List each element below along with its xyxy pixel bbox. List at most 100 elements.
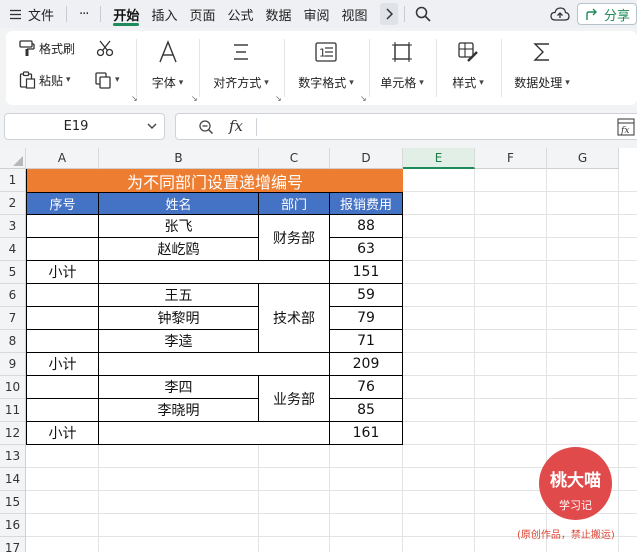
dialog-launcher-icon[interactable]: ↘: [191, 94, 198, 103]
paste-button[interactable]: 粘贴 ▾: [18, 71, 71, 89]
subtotal-label-cell[interactable]: 小计: [26, 261, 99, 284]
amount-cell[interactable]: 63: [330, 238, 403, 261]
function-icon[interactable]: fx: [229, 117, 243, 135]
amount-cell[interactable]: 59: [330, 284, 403, 307]
zoom-icon[interactable]: [198, 119, 214, 139]
header-cell[interactable]: 部门: [259, 192, 330, 215]
insert-function-icon[interactable]: fx: [617, 118, 635, 140]
row-header[interactable]: 15: [0, 491, 26, 514]
row-header[interactable]: 5: [0, 261, 26, 284]
row-header[interactable]: 2: [0, 192, 26, 215]
index-cell[interactable]: [26, 215, 99, 238]
table-title-cell[interactable]: 为不同部门设置递增编号: [26, 169, 403, 192]
name-cell[interactable]: 李逵: [99, 330, 259, 353]
tab-data[interactable]: 数据: [259, 0, 297, 28]
header-cell[interactable]: 报销费用: [330, 192, 403, 215]
chevron-down-icon: ▾: [66, 75, 71, 85]
row-header[interactable]: 17: [0, 537, 26, 552]
style-group[interactable]: 样式 ▾: [437, 31, 499, 105]
formula-input[interactable]: fx fx: [175, 113, 637, 140]
row-header[interactable]: 1: [0, 169, 26, 192]
tab-formula[interactable]: 公式: [221, 0, 259, 28]
amount-cell[interactable]: 71: [330, 330, 403, 353]
column-header-g[interactable]: G: [547, 148, 619, 169]
subtotal-label-cell[interactable]: 小计: [26, 422, 99, 445]
column-header-c[interactable]: C: [259, 148, 330, 169]
cell-group[interactable]: 单元格 ▾: [370, 31, 434, 105]
format-painter-button[interactable]: 格式刷: [18, 39, 75, 57]
file-menu-icon[interactable]: [4, 0, 26, 28]
tabs-scroll-right-icon[interactable]: [379, 3, 398, 25]
amount-cell[interactable]: 79: [330, 307, 403, 330]
copyright-caption: (原创作品，禁止搬运): [517, 530, 615, 541]
row-header[interactable]: 8: [0, 330, 26, 353]
subtotal-amount-cell[interactable]: 161: [330, 422, 403, 445]
subtotal-amount-cell[interactable]: 151: [330, 261, 403, 284]
name-cell[interactable]: 张飞: [99, 215, 259, 238]
subtotal-amount-cell[interactable]: 209: [330, 353, 403, 376]
cut-icon[interactable]: [94, 39, 116, 57]
tab-review[interactable]: 审阅: [298, 0, 336, 28]
data-process-group[interactable]: 数据处理 ▾: [502, 31, 582, 105]
subtotal-merged-cell[interactable]: [99, 261, 330, 284]
amount-cell[interactable]: 88: [330, 215, 403, 238]
copy-button[interactable]: ▾: [94, 71, 120, 89]
dialog-launcher-icon[interactable]: ↘: [360, 94, 367, 103]
row-header[interactable]: 14: [0, 468, 26, 491]
font-group[interactable]: 字体 ▾ ↘: [137, 31, 198, 105]
alignment-group[interactable]: 对齐方式 ▾ ↘: [200, 31, 282, 105]
department-cell[interactable]: 业务部: [259, 376, 330, 422]
department-cell[interactable]: 财务部: [259, 215, 330, 261]
subtotal-merged-cell[interactable]: [99, 353, 330, 376]
row-header[interactable]: 7: [0, 307, 26, 330]
row-header[interactable]: 4: [0, 238, 26, 261]
header-cell[interactable]: 姓名: [99, 192, 259, 215]
name-cell[interactable]: 王五: [99, 284, 259, 307]
tab-home[interactable]: 开始: [107, 0, 145, 28]
department-cell[interactable]: 技术部: [259, 284, 330, 353]
row-header[interactable]: 6: [0, 284, 26, 307]
name-box[interactable]: E19: [4, 113, 165, 140]
name-cell[interactable]: 赵屹鸥: [99, 238, 259, 261]
subtotal-label-cell[interactable]: 小计: [26, 353, 99, 376]
tab-insert[interactable]: 插入: [145, 0, 183, 28]
dialog-launcher-icon[interactable]: ↘: [275, 94, 282, 103]
index-cell[interactable]: [26, 330, 99, 353]
name-cell[interactable]: 李晓明: [99, 399, 259, 422]
tab-view[interactable]: 视图: [336, 0, 374, 28]
tab-page[interactable]: 页面: [183, 0, 221, 28]
column-header-a[interactable]: A: [26, 148, 99, 169]
column-header-d[interactable]: D: [330, 148, 403, 169]
row-header[interactable]: 16: [0, 514, 26, 537]
index-cell[interactable]: [26, 284, 99, 307]
row-header[interactable]: 9: [0, 353, 26, 376]
header-cell[interactable]: 序号: [26, 192, 99, 215]
chevron-down-icon[interactable]: [146, 117, 158, 139]
row-header[interactable]: 10: [0, 376, 26, 399]
name-cell[interactable]: 李四: [99, 376, 259, 399]
row-header[interactable]: 11: [0, 399, 26, 422]
row-header[interactable]: 3: [0, 215, 26, 238]
row-header[interactable]: 13: [0, 445, 26, 468]
index-cell[interactable]: [26, 307, 99, 330]
column-header-b[interactable]: B: [99, 148, 259, 169]
index-cell[interactable]: [26, 238, 99, 261]
column-header-e[interactable]: E: [403, 148, 475, 169]
share-button[interactable]: 分享: [576, 3, 637, 25]
name-cell[interactable]: 钟黎明: [99, 307, 259, 330]
amount-cell[interactable]: 85: [330, 399, 403, 422]
number-format-group[interactable]: 1 数字格式 ▾ ↘: [285, 31, 367, 105]
style-label: 样式: [452, 76, 477, 90]
amount-cell[interactable]: 76: [330, 376, 403, 399]
subtotal-merged-cell[interactable]: [99, 422, 330, 445]
index-cell[interactable]: [26, 399, 99, 422]
search-icon[interactable]: [411, 0, 435, 28]
menu-file[interactable]: 文件: [26, 0, 60, 28]
chevron-down-icon: ▾: [264, 77, 269, 88]
row-header[interactable]: 12: [0, 422, 26, 445]
select-all-corner[interactable]: [0, 148, 26, 169]
menu-more[interactable]: ···: [73, 0, 94, 28]
index-cell[interactable]: [26, 376, 99, 399]
cloud-sync-icon[interactable]: [547, 0, 573, 28]
column-header-f[interactable]: F: [475, 148, 547, 169]
